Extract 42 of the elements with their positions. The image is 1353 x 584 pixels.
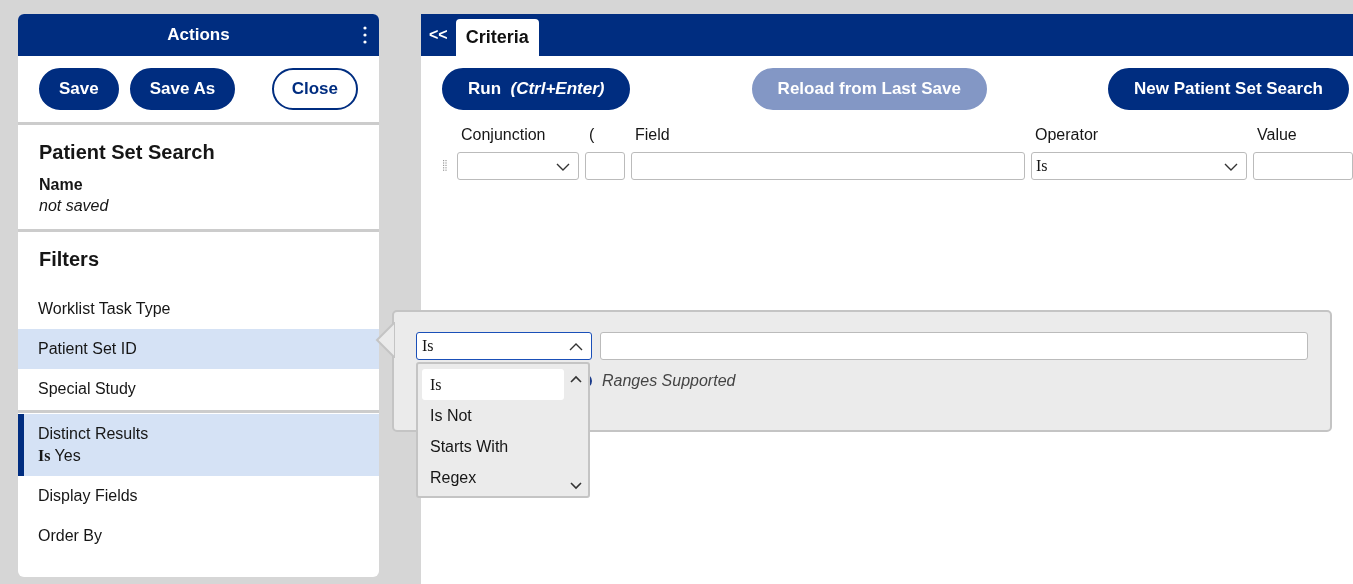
filter-item[interactable]: Patient Set ID: [18, 329, 379, 369]
scroll-up-icon[interactable]: [570, 375, 582, 383]
close-button[interactable]: Close: [271, 68, 358, 110]
new-search-button[interactable]: New Patient Set Search: [1108, 68, 1349, 110]
field-input[interactable]: [631, 152, 1025, 180]
operator-dropdown[interactable]: Is: [1031, 152, 1247, 180]
field-label: Name: [39, 176, 84, 194]
scroll-down-icon[interactable]: [570, 482, 582, 490]
column-header: Conjunction: [460, 126, 547, 144]
chevron-up-icon: [569, 343, 583, 351]
dropdown-option[interactable]: Is Not: [422, 400, 564, 431]
field-value: not saved: [39, 197, 110, 215]
drag-handle-icon[interactable]: [443, 160, 447, 172]
chevron-down-icon: [556, 163, 570, 171]
operator-dropdown[interactable]: Is: [416, 332, 592, 360]
filter-item[interactable]: Worklist Task Type: [18, 289, 379, 329]
filter-item[interactable]: Distinct Results Is Yes: [18, 414, 379, 476]
value-field[interactable]: [600, 332, 1308, 360]
filter-item[interactable]: Display Fields: [18, 476, 379, 516]
run-button[interactable]: Run (Ctrl+Enter): [442, 68, 631, 110]
more-icon[interactable]: [363, 26, 367, 44]
column-header: Operator: [1034, 126, 1100, 144]
panel-title: Actions: [167, 25, 230, 45]
column-header: (: [588, 126, 596, 144]
filter-item[interactable]: Special Study: [18, 369, 379, 409]
section-title: Filters: [39, 248, 101, 271]
hint-text: Ranges Supported: [602, 372, 736, 390]
tab[interactable]: Criteria: [455, 19, 539, 56]
value-field[interactable]: [1253, 152, 1353, 180]
section-title: Patient Set Search: [39, 141, 216, 164]
dropdown-option[interactable]: Is: [422, 369, 564, 400]
column-header: Field: [634, 126, 671, 144]
save-button[interactable]: Save As: [129, 68, 236, 110]
collapse-button[interactable]: <<: [429, 26, 448, 44]
dropdown-option[interactable]: Regex: [422, 462, 564, 493]
conjunction-dropdown[interactable]: [457, 152, 579, 180]
column-header: Value: [1256, 126, 1298, 144]
chevron-down-icon: [1224, 163, 1238, 171]
filter-item[interactable]: Order By: [18, 516, 379, 556]
paren-field[interactable]: [585, 152, 625, 180]
dropdown-option[interactable]: Starts With: [422, 431, 564, 462]
save-button[interactable]: Save: [39, 68, 119, 110]
